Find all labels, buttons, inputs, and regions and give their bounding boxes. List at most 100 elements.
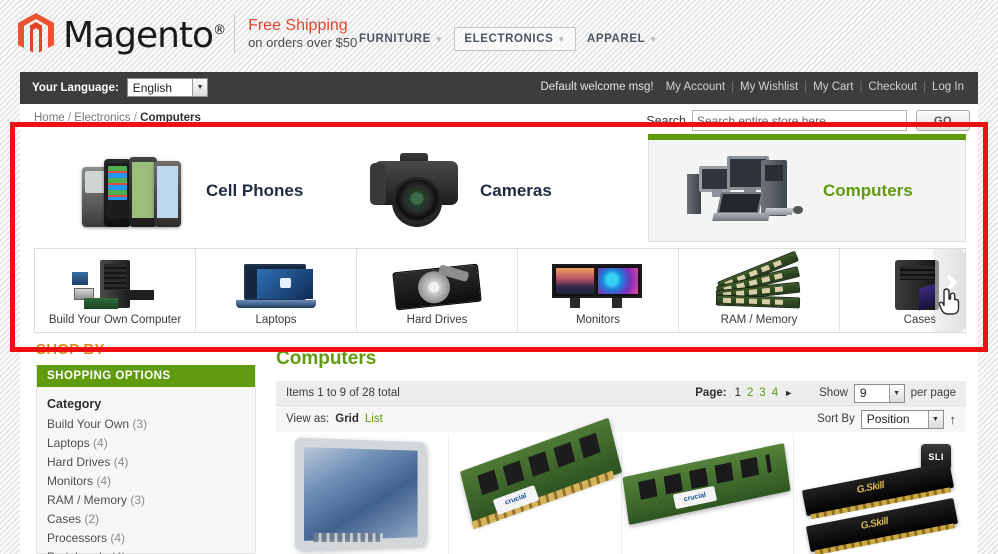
laptop-icon <box>236 260 316 310</box>
subcategory-ram-memory[interactable]: RAM / Memory <box>679 249 840 332</box>
logo-block[interactable]: Magento® Free Shipping on orders over $5… <box>16 11 357 56</box>
page-link-2[interactable]: 2 <box>747 387 753 399</box>
breadcrumb-electronics[interactable]: Electronics <box>74 112 130 124</box>
promo-block: Free Shipping on orders over $50 <box>248 16 357 51</box>
subcategory-label: Laptops <box>255 314 297 326</box>
monitors-icon <box>552 260 644 310</box>
filter-count: (4) <box>110 531 126 545</box>
magento-logo-icon <box>18 12 54 52</box>
filter-item-build-your-own[interactable]: Build Your Own (3) <box>47 415 245 434</box>
camera-icon <box>370 153 462 229</box>
nav-item-apparel[interactable]: APPAREL ▼ <box>580 28 665 50</box>
shopping-options-panel: SHOPPING OPTIONS Category Build Your Own… <box>36 365 256 554</box>
sort-control: Sort By Position ▼ ↑ <box>817 409 957 429</box>
shopping-options-title: SHOPPING OPTIONS <box>37 365 255 387</box>
product-grid: crucial crucial SLI G.Skill G.Skill <box>276 417 966 554</box>
breadcrumb: Home / Electronics / Computers <box>34 112 201 124</box>
view-mode-grid[interactable]: Grid <box>335 413 359 425</box>
page-right-margin <box>978 0 998 554</box>
registered-mark: ® <box>213 23 226 38</box>
search-go-button[interactable]: GO <box>916 110 970 131</box>
subcategory-laptops[interactable]: Laptops <box>196 249 357 332</box>
brand-name: Magento® <box>63 15 226 56</box>
chevron-down-icon: ▼ <box>927 410 943 428</box>
product-cell-crucial-ram[interactable]: crucial <box>449 417 622 554</box>
carousel-next-button[interactable] <box>935 249 965 332</box>
items-count-label: Items 1 to 9 of 28 total <box>286 387 400 399</box>
breadcrumb-separator: / <box>67 112 72 124</box>
search-input[interactable] <box>692 110 907 131</box>
chevron-down-icon: ▼ <box>557 35 566 44</box>
link-my-cart[interactable]: My Cart <box>813 81 853 93</box>
subcategory-hard-drives[interactable]: Hard Drives <box>357 249 518 332</box>
subcategory-monitors[interactable]: Monitors <box>518 249 679 332</box>
link-log-in[interactable]: Log In <box>932 81 964 93</box>
show-label: Show <box>819 387 848 399</box>
nav-item-electronics[interactable]: ELECTRONICS ▼ <box>454 27 576 51</box>
computers-icon <box>687 152 805 230</box>
breadcrumb-home[interactable]: Home <box>34 112 65 124</box>
chevron-right-icon <box>941 274 957 291</box>
filter-item-laptops[interactable]: Laptops (4) <box>47 434 245 453</box>
chevron-down-icon: ▼ <box>434 35 444 44</box>
pagination-label: Page: <box>695 387 727 399</box>
filter-count: (4) <box>96 474 112 488</box>
filter-group-title: Category <box>47 397 102 411</box>
link-checkout[interactable]: Checkout <box>868 81 917 93</box>
language-select[interactable]: English ▼ <box>126 78 209 97</box>
filter-item-cases[interactable]: Cases (2) <box>47 510 245 529</box>
sort-direction-ascending-icon[interactable]: ↑ <box>950 412 957 427</box>
toolbar-row-top: Items 1 to 9 of 28 total Page: 1 2 3 4 ►… <box>276 381 966 406</box>
divider: | <box>731 81 735 93</box>
page-link-3[interactable]: 3 <box>759 387 765 399</box>
filter-label: Laptops <box>47 436 90 450</box>
category-tile-cell-phones[interactable]: Cell Phones <box>34 140 360 242</box>
category-tile-computers[interactable]: Computers <box>648 134 966 242</box>
view-as-label: View as: <box>286 413 330 425</box>
category-tile-cameras[interactable]: Cameras <box>360 140 648 242</box>
crucial-ram-module-2-product-image: crucial <box>622 440 792 554</box>
filter-item-hard-drives[interactable]: Hard Drives (4) <box>47 453 245 472</box>
pagination: Page: 1 2 3 4 ► <box>695 387 793 399</box>
divider: | <box>923 81 927 93</box>
page-link-4[interactable]: 4 <box>772 387 778 399</box>
language-switcher[interactable]: Your Language: English ▼ <box>32 78 209 97</box>
chevron-down-icon: ▼ <box>888 384 904 402</box>
product-cell-imac[interactable] <box>276 434 449 554</box>
page-link-1[interactable]: 1 <box>735 387 741 399</box>
site-header: Magento® Free Shipping on orders over $5… <box>0 0 998 72</box>
filter-label: Processors <box>47 531 108 545</box>
breadcrumb-separator: / <box>133 112 137 124</box>
language-value: English <box>132 80 173 95</box>
filter-item-ram-memory[interactable]: RAM / Memory (3) <box>47 491 245 510</box>
breadcrumb-current: Computers <box>140 112 201 124</box>
product-list-toolbar: Items 1 to 9 of 28 total Page: 1 2 3 4 ►… <box>276 381 966 432</box>
per-page-select[interactable]: 9 ▼ <box>853 383 905 403</box>
view-mode-list[interactable]: List <box>365 413 383 425</box>
account-links: Default welcome msg! My Account | My Wish… <box>540 81 964 93</box>
filter-item-peripherals[interactable]: Peripherals (4) <box>47 548 245 554</box>
sort-by-select[interactable]: Position ▼ <box>860 409 944 429</box>
divider: | <box>804 81 808 93</box>
link-my-account[interactable]: My Account <box>666 81 725 93</box>
nav-item-furniture[interactable]: FURNITURE ▼ <box>352 28 450 50</box>
filter-item-processors[interactable]: Processors (4) <box>47 529 245 548</box>
link-my-wishlist[interactable]: My Wishlist <box>740 81 798 93</box>
shopping-options-body: Category Build Your Own (3) Laptops (4) … <box>37 387 255 554</box>
filter-item-monitors[interactable]: Monitors (4) <box>47 472 245 491</box>
filter-label: Build Your Own <box>47 417 130 431</box>
product-cell-crucial-ram-2[interactable]: crucial <box>622 434 795 554</box>
filter-count: (3) <box>130 493 146 507</box>
language-label: Your Language: <box>32 81 119 94</box>
promo-subline: on orders over $50 <box>248 35 358 50</box>
subcategory-build-your-own-computer[interactable]: Build Your Own Computer <box>35 249 196 332</box>
nav-label-electronics: ELECTRONICS <box>464 33 554 45</box>
category-tile-label-cameras: Cameras <box>480 181 552 200</box>
filter-count: (4) <box>113 455 129 469</box>
promo-headline: Free Shipping <box>248 17 348 34</box>
toolbar-row-bottom: View as: Grid List Sort By Position ▼ ↑ <box>276 406 966 432</box>
next-page-icon[interactable]: ► <box>784 388 793 398</box>
product-cell-gskill-memory[interactable]: SLI G.Skill G.Skill <box>794 434 966 554</box>
nav-label-furniture: FURNITURE <box>359 33 431 45</box>
nav-label-apparel: APPAREL <box>586 33 646 45</box>
